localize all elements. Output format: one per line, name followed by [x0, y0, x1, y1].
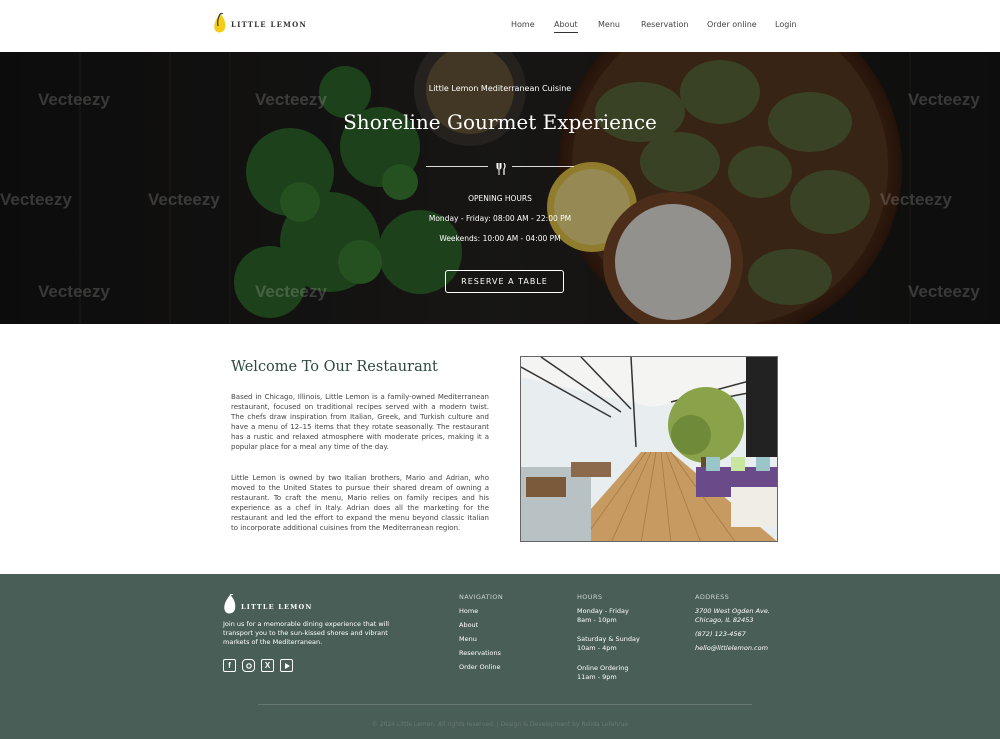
reserve-table-button[interactable]: RESERVE A TABLE	[445, 270, 564, 293]
address-line-1: 3700 West Ogden Ave.	[695, 607, 770, 615]
footer-nav-heading: NAVIGATION	[459, 593, 504, 601]
watermark-text: Vecteezy	[255, 282, 327, 301]
hero-divider	[426, 160, 574, 175]
social-links: f X	[223, 659, 293, 672]
nav-order-online[interactable]: Order online	[707, 20, 757, 29]
hours-days: Monday - Friday	[577, 607, 629, 615]
nav-login[interactable]: Login	[775, 20, 797, 29]
hours-time: 11am - 9pm	[577, 673, 617, 681]
site-header: LITTLE LEMON Home About Menu Reservation…	[0, 0, 1000, 52]
nav-menu[interactable]: Menu	[598, 20, 620, 29]
footer-nav-reservations[interactable]: Reservations	[459, 649, 501, 658]
footer-nav-home[interactable]: Home	[459, 607, 478, 616]
lemon-icon	[223, 593, 237, 620]
site-footer: LITTLE LEMON Join us for a memorable din…	[0, 574, 1000, 739]
hero-subtitle: Little Lemon Mediterranean Cuisine	[428, 84, 572, 93]
watermark-text: Vecteezy	[908, 90, 980, 109]
hero-title: Shoreline Gourmet Experience	[343, 110, 657, 134]
youtube-icon[interactable]	[280, 659, 293, 672]
watermark-text: Vecteezy	[38, 282, 110, 301]
nav-home[interactable]: Home	[511, 20, 535, 29]
watermark-text: Vecteezy	[908, 282, 980, 301]
hero-banner: Vecteezy Vecteezy Vecteezy Vecteezy Vect…	[0, 52, 1000, 324]
weekday-hours: Monday - Friday: 08:00 AM - 22:00 PM	[428, 214, 572, 223]
footer-divider	[258, 704, 752, 705]
footer-description: Join us for a memorable dining experienc…	[223, 620, 390, 646]
footer-nav-about[interactable]: About	[459, 621, 478, 630]
facebook-icon[interactable]: f	[223, 659, 236, 672]
copyright: © 2024 Little Lemon. All rights reserved…	[371, 721, 629, 728]
footer-address-heading: ADDRESS	[695, 593, 730, 601]
footer-phone[interactable]: (872) 123-4567	[695, 630, 746, 639]
footer-hours-heading: HOURS	[577, 593, 603, 601]
restaurant-terrace-image	[520, 356, 778, 542]
footer-email[interactable]: hello@littlelemon.com	[695, 644, 768, 653]
main-nav: Home About Menu Reservation Order online…	[0, 20, 1000, 34]
x-icon[interactable]: X	[261, 659, 274, 672]
hours-days: Online Ordering	[577, 664, 629, 672]
weekend-hours: Weekends: 10:00 AM - 04:00 PM	[439, 234, 561, 243]
hours-time: 10am - 4pm	[577, 644, 617, 652]
hours-time: 8am - 10pm	[577, 616, 617, 624]
welcome-paragraph-1: Based in Chicago, Illinois, Little Lemon…	[231, 393, 489, 451]
watermark-text: Vecteezy	[255, 90, 327, 109]
footer-brand-logo[interactable]: LITTLE LEMON	[223, 593, 313, 620]
welcome-title: Welcome To Our Restaurant	[231, 359, 438, 375]
address-line-2: Chicago, IL 82453	[695, 616, 754, 624]
footer-nav-menu[interactable]: Menu	[459, 635, 477, 644]
footer-brand-name: LITTLE LEMON	[241, 603, 313, 611]
welcome-paragraph-2: Little Lemon is owned by two Italian bro…	[231, 474, 489, 532]
instagram-icon[interactable]	[242, 659, 255, 672]
opening-hours-label: OPENING HOURS	[468, 194, 532, 203]
nav-about[interactable]: About	[554, 20, 578, 33]
nav-reservation[interactable]: Reservation	[641, 20, 688, 29]
hours-days: Saturday & Sunday	[577, 635, 640, 643]
watermark-text: Vecteezy	[38, 90, 110, 109]
footer-nav-order-online[interactable]: Order Online	[459, 663, 501, 672]
fork-knife-icon	[496, 160, 506, 179]
